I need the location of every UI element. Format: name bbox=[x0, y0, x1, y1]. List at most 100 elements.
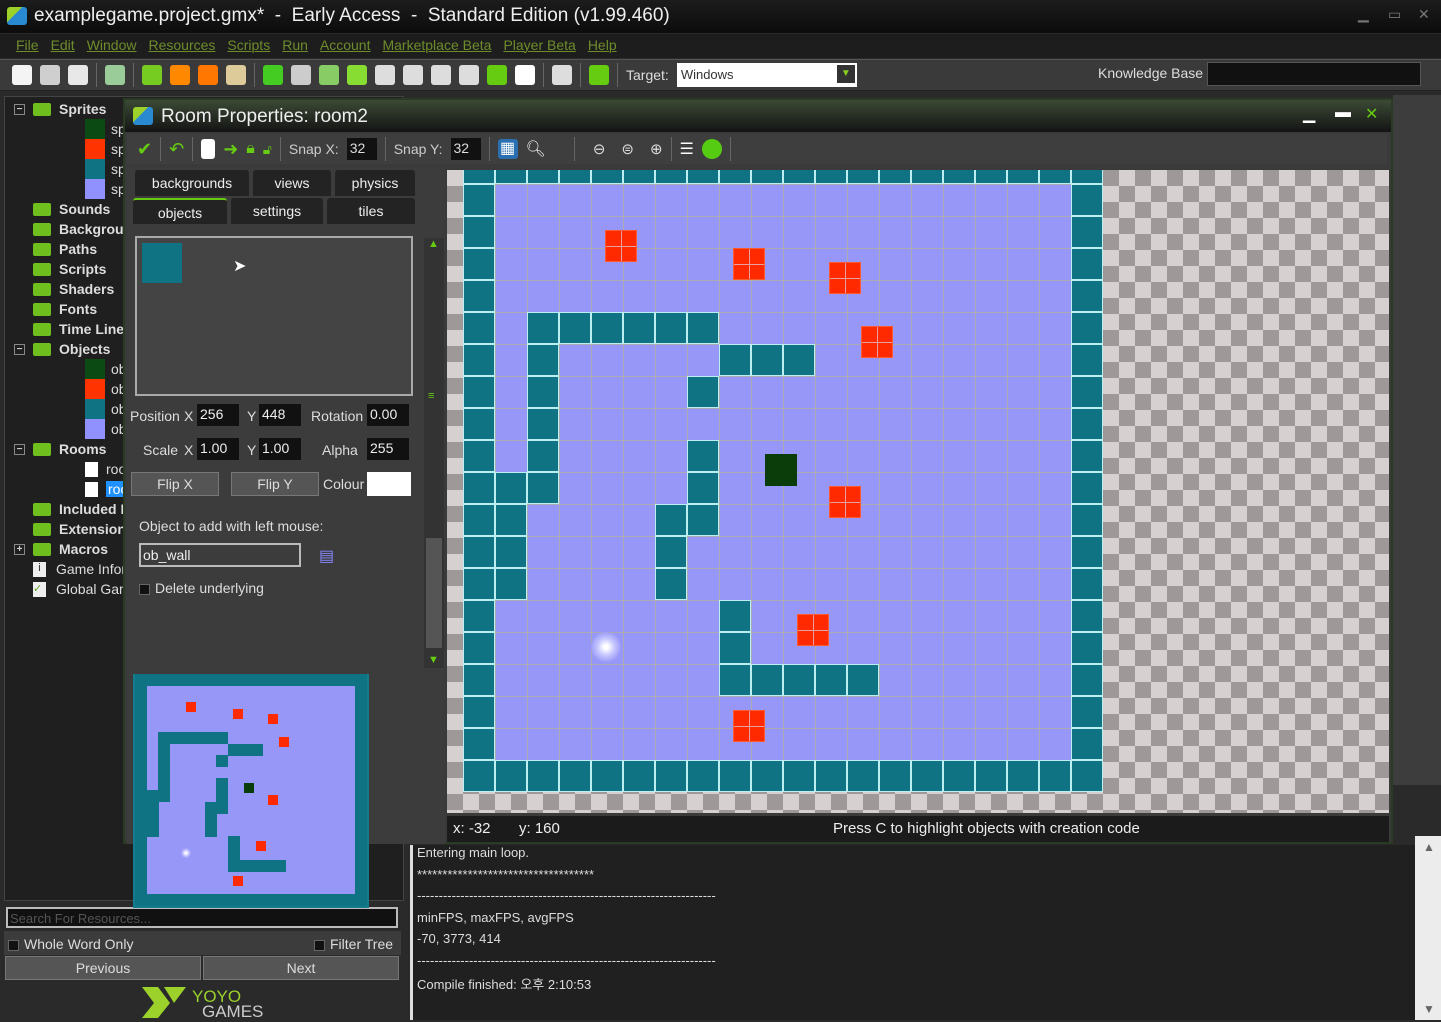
wall-instance[interactable] bbox=[1039, 760, 1071, 792]
enemy-instance[interactable] bbox=[267, 795, 278, 806]
game-settings-icon[interactable] bbox=[552, 65, 572, 85]
wall-instance[interactable] bbox=[343, 894, 356, 907]
run-icon[interactable] bbox=[142, 65, 162, 85]
menu-run[interactable]: Run bbox=[276, 34, 314, 58]
wall-instance[interactable] bbox=[158, 743, 171, 756]
enemy-instance[interactable] bbox=[861, 326, 893, 358]
menu-player-beta[interactable]: Player Beta bbox=[497, 34, 581, 58]
wall-instance[interactable] bbox=[463, 280, 495, 312]
wall-instance[interactable] bbox=[135, 894, 148, 907]
room-minimize-icon[interactable]: ▁ bbox=[1303, 104, 1315, 124]
wall-instance[interactable] bbox=[227, 674, 240, 687]
wall-instance[interactable] bbox=[239, 859, 252, 872]
wall-instance[interactable] bbox=[1071, 312, 1103, 344]
wall-instance[interactable] bbox=[527, 376, 559, 408]
wall-instance[interactable] bbox=[227, 848, 240, 861]
object-to-add-field[interactable]: ob_wall bbox=[139, 543, 301, 567]
wall-instance[interactable] bbox=[355, 848, 368, 861]
gate-instance[interactable] bbox=[181, 848, 192, 858]
wall-instance[interactable] bbox=[943, 170, 975, 184]
enemy-instance[interactable] bbox=[232, 708, 243, 719]
wall-instance[interactable] bbox=[687, 312, 719, 344]
wall-instance[interactable] bbox=[355, 859, 368, 872]
wall-instance[interactable] bbox=[719, 664, 751, 696]
wall-instance[interactable] bbox=[687, 376, 719, 408]
wall-instance[interactable] bbox=[204, 813, 217, 826]
wall-instance[interactable] bbox=[591, 312, 623, 344]
wall-instance[interactable] bbox=[1071, 472, 1103, 504]
unlock-all-icon[interactable]: 🔓︎ bbox=[263, 141, 272, 158]
new-project-icon[interactable] bbox=[12, 65, 32, 85]
wall-instance[interactable] bbox=[285, 674, 298, 687]
wall-instance[interactable] bbox=[355, 801, 368, 814]
create-executable-icon[interactable] bbox=[105, 65, 125, 85]
menu-scripts[interactable]: Scripts bbox=[221, 34, 276, 58]
tree-item-paths[interactable]: Paths bbox=[33, 239, 97, 259]
wall-instance[interactable] bbox=[355, 743, 368, 756]
tab-objects[interactable]: objects bbox=[133, 198, 227, 224]
wall-instance[interactable] bbox=[623, 170, 655, 184]
wall-instance[interactable] bbox=[216, 778, 229, 791]
zoom-in-icon[interactable]: ⊕ bbox=[650, 140, 663, 158]
wall-instance[interactable] bbox=[1071, 728, 1103, 760]
wall-instance[interactable] bbox=[815, 170, 847, 184]
snap-y-input[interactable]: 32 bbox=[450, 138, 481, 160]
wall-instance[interactable] bbox=[332, 674, 345, 687]
menu-marketplace-beta[interactable]: Marketplace Beta bbox=[376, 34, 497, 58]
wall-instance[interactable] bbox=[355, 790, 368, 803]
wall-instance[interactable] bbox=[158, 894, 171, 907]
menu-window[interactable]: Window bbox=[81, 34, 143, 58]
wall-instance[interactable] bbox=[463, 472, 495, 504]
wall-instance[interactable] bbox=[135, 882, 148, 895]
wall-instance[interactable] bbox=[463, 664, 495, 696]
background-icon[interactable] bbox=[319, 65, 339, 85]
wall-instance[interactable] bbox=[463, 440, 495, 472]
wall-instance[interactable] bbox=[591, 760, 623, 792]
wall-instance[interactable] bbox=[463, 728, 495, 760]
wall-instance[interactable] bbox=[274, 894, 287, 907]
wall-instance[interactable] bbox=[527, 312, 559, 344]
wall-instance[interactable] bbox=[146, 894, 159, 907]
close-icon[interactable]: ✕ bbox=[1418, 6, 1430, 23]
wall-instance[interactable] bbox=[815, 760, 847, 792]
wall-instance[interactable] bbox=[847, 170, 879, 184]
wall-instance[interactable] bbox=[274, 674, 287, 687]
wall-instance[interactable] bbox=[815, 664, 847, 696]
wall-instance[interactable] bbox=[135, 790, 148, 803]
zoom-out-icon[interactable]: ⊖ bbox=[593, 140, 606, 158]
wall-instance[interactable] bbox=[495, 170, 527, 184]
tree-item-macros[interactable]: Macros + bbox=[14, 539, 108, 559]
wall-instance[interactable] bbox=[204, 824, 217, 837]
wall-instance[interactable] bbox=[1071, 344, 1103, 376]
wall-instance[interactable] bbox=[1039, 170, 1071, 184]
wall-instance[interactable] bbox=[135, 824, 148, 837]
wall-instance[interactable] bbox=[193, 894, 206, 907]
save-project-icon[interactable] bbox=[68, 65, 88, 85]
menu-help[interactable]: Help bbox=[582, 34, 623, 58]
wall-instance[interactable] bbox=[285, 894, 298, 907]
wall-instance[interactable] bbox=[204, 732, 217, 745]
enemy-instance[interactable] bbox=[232, 876, 243, 887]
wall-instance[interactable] bbox=[169, 674, 182, 687]
wall-instance[interactable] bbox=[146, 813, 159, 826]
open-project-icon[interactable] bbox=[40, 65, 60, 85]
wall-instance[interactable] bbox=[1071, 504, 1103, 536]
wall-instance[interactable] bbox=[135, 743, 148, 756]
wall-instance[interactable] bbox=[527, 344, 559, 376]
wall-instance[interactable] bbox=[527, 760, 559, 792]
whole-word-checkbox[interactable]: Whole Word Only bbox=[8, 936, 133, 952]
enemy-instance[interactable] bbox=[733, 710, 765, 742]
wall-instance[interactable] bbox=[463, 344, 495, 376]
shift-instances-icon[interactable]: ➜ bbox=[223, 139, 238, 160]
menu-resources[interactable]: Resources bbox=[142, 34, 221, 58]
position-x-input[interactable]: 256 bbox=[197, 404, 239, 426]
wall-instance[interactable] bbox=[355, 755, 368, 768]
wall-instance[interactable] bbox=[158, 755, 171, 768]
wall-instance[interactable] bbox=[181, 732, 194, 745]
enemy-instance[interactable] bbox=[829, 486, 861, 518]
help-icon[interactable] bbox=[701, 139, 722, 159]
wall-instance[interactable] bbox=[320, 894, 333, 907]
wall-instance[interactable] bbox=[623, 760, 655, 792]
wall-instance[interactable] bbox=[135, 836, 148, 849]
toggle-grid-icon[interactable]: ▦ bbox=[497, 139, 518, 159]
